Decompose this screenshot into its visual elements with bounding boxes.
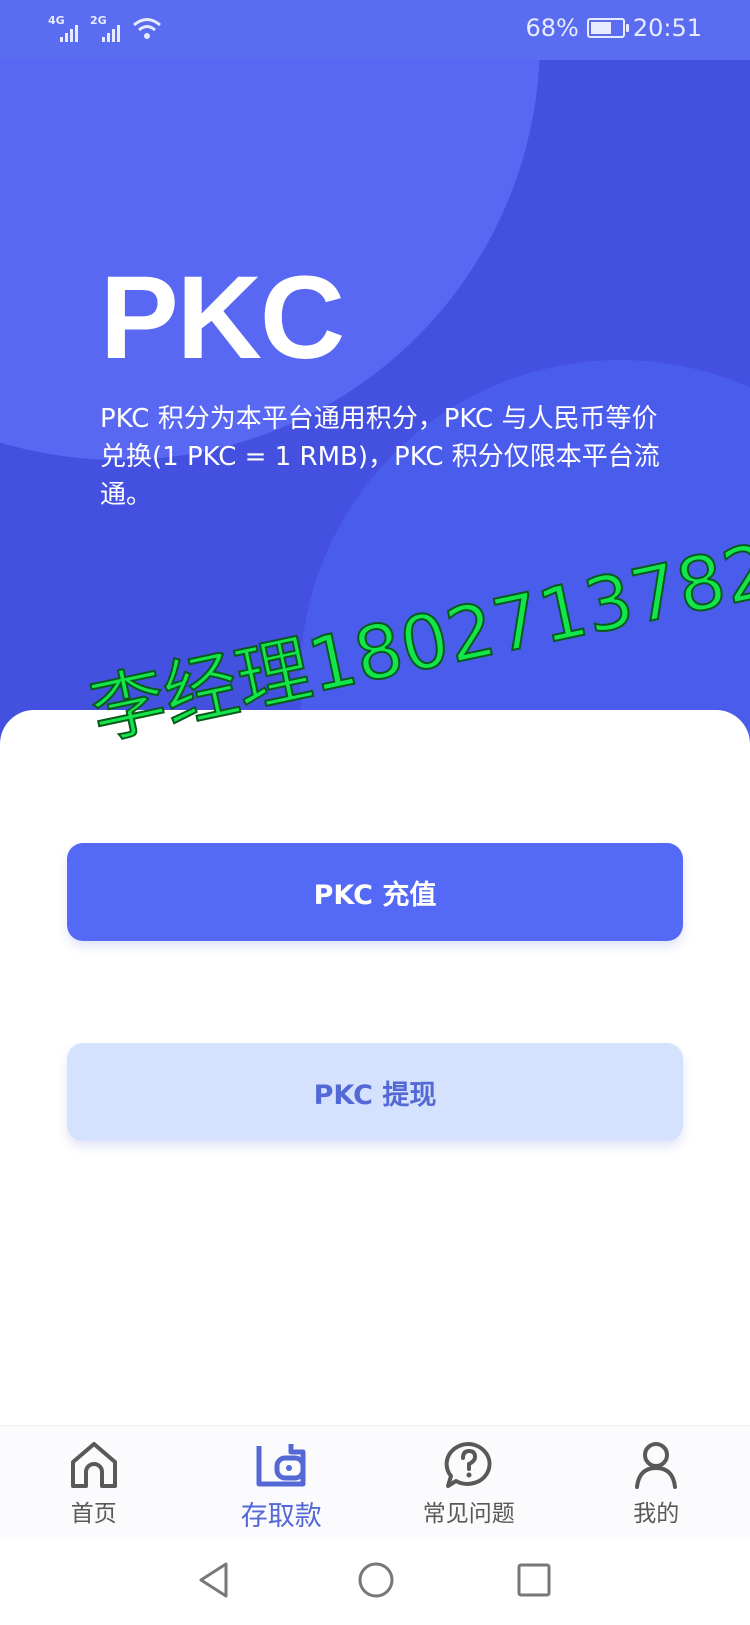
recent-apps-icon[interactable]: [516, 1560, 552, 1600]
tab-home[interactable]: 首页: [0, 1426, 188, 1541]
withdraw-button[interactable]: PKC 提现: [67, 1043, 683, 1141]
bottom-tab-bar: 首页 存取款 常见问题 我的: [0, 1425, 750, 1541]
hero-circle-decoration: [0, 0, 540, 460]
status-bar: 4G 2G 68% 20:51: [0, 0, 750, 60]
tab-deposit-withdraw-label: 存取款: [240, 1501, 322, 1532]
cellular-signal-icon-2: 2G: [90, 14, 122, 42]
tab-home-label: 首页: [70, 1501, 117, 1527]
home-icon: [70, 1442, 117, 1488]
cellular-signal-icon: 4G: [48, 14, 80, 42]
recharge-button[interactable]: PKC 充值: [67, 843, 683, 941]
system-navigation-bar: [0, 1540, 750, 1625]
action-card: PKC 充值 PKC 提现: [0, 710, 750, 1425]
wallet-icon: [256, 1444, 306, 1487]
hero-description: PKC 积分为本平台通用积分，PKC 与人民币等价兑换(1 PKC = 1 RM…: [100, 404, 660, 510]
battery-icon: [586, 18, 629, 38]
tab-faq[interactable]: 常见问题: [375, 1426, 563, 1541]
question-icon: [444, 1441, 492, 1488]
user-icon: [635, 1442, 678, 1489]
tab-profile-label: 我的: [633, 1501, 680, 1527]
wifi-icon: [133, 18, 161, 39]
tab-deposit-withdraw[interactable]: 存取款: [188, 1426, 376, 1541]
battery-percent: 68%: [525, 14, 579, 42]
tab-profile[interactable]: 我的: [563, 1426, 750, 1541]
tab-faq-label: 常见问题: [422, 1501, 515, 1527]
home-circle-icon[interactable]: [356, 1560, 396, 1600]
page-title: PKC: [100, 252, 345, 384]
back-icon[interactable]: [196, 1560, 232, 1600]
clock: 20:51: [632, 14, 702, 42]
